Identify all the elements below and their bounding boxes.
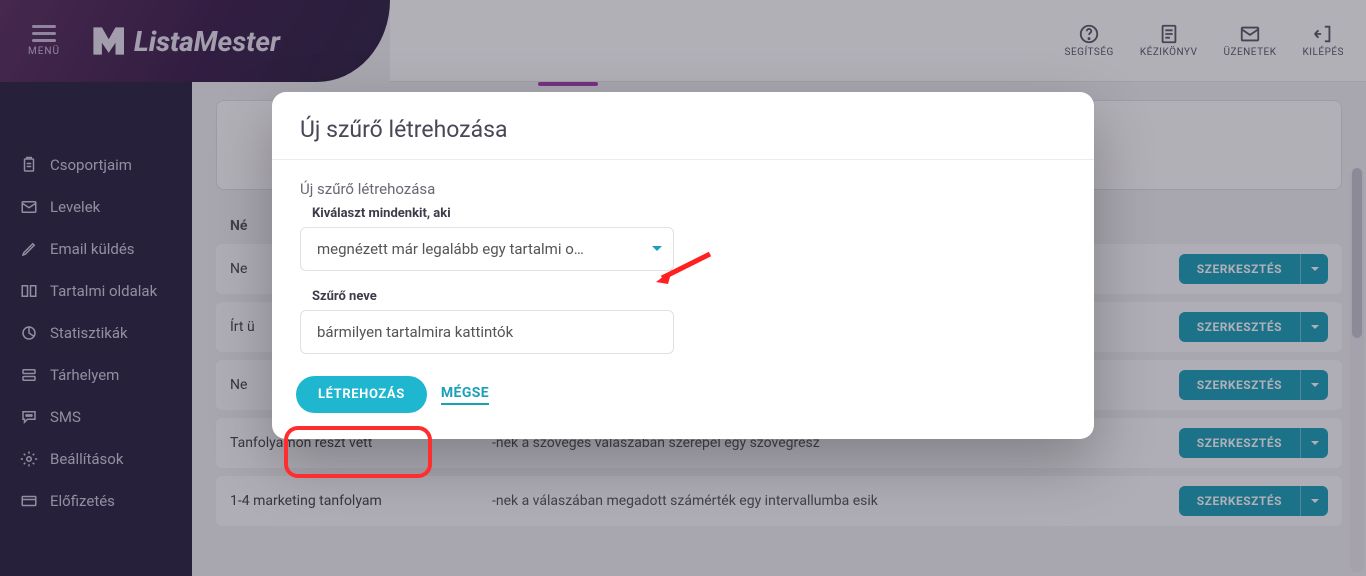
create-button[interactable]: LÉTREHOZÁS — [296, 376, 427, 413]
select-label: Kiválaszt mindenkit, aki — [312, 206, 1066, 221]
modal-title: Új szűrő létrehozása — [300, 116, 1066, 143]
modal-subtitle: Új szűrő létrehozása — [300, 180, 1066, 198]
modal-overlay: Új szűrő létrehozása Új szűrő létrehozás… — [0, 0, 1366, 576]
modal-body: Új szűrő létrehozása Kiválaszt mindenkit… — [272, 160, 1094, 362]
name-label: Szűrő neve — [312, 289, 1066, 304]
create-filter-modal: Új szűrő létrehozása Új szűrő létrehozás… — [272, 92, 1094, 439]
modal-header: Új szűrő létrehozása — [272, 92, 1094, 160]
modal-footer: LÉTREHOZÁS MÉGSE — [272, 362, 1094, 439]
chevron-down-icon — [651, 240, 663, 258]
filter-name-input[interactable] — [300, 310, 674, 354]
filter-type-select[interactable]: megnézett már legalább egy tartalmi o… — [300, 227, 674, 271]
cancel-button[interactable]: MÉGSE — [441, 385, 489, 405]
select-value: megnézett már legalább egy tartalmi o… — [317, 240, 584, 258]
